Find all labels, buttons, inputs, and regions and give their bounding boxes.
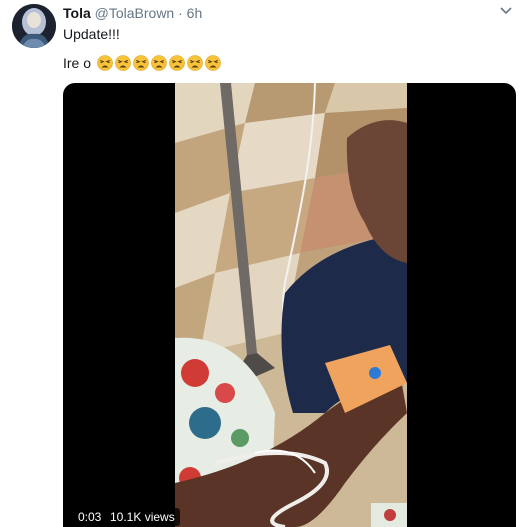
weary-face-emoji bbox=[205, 55, 221, 71]
tweet-text-line-2: Ire o bbox=[63, 54, 221, 72]
reply-text: Ire o bbox=[63, 55, 92, 71]
tweet-text: Update!!! bbox=[63, 26, 120, 42]
video-frame[interactable] bbox=[175, 83, 407, 527]
video-elapsed-time: 0:03 bbox=[73, 508, 107, 526]
weary-face-emoji bbox=[187, 55, 203, 71]
weary-face-emoji bbox=[169, 55, 185, 71]
author-name[interactable]: Tola bbox=[63, 5, 91, 21]
emoji-row bbox=[97, 55, 221, 71]
weary-face-emoji bbox=[133, 55, 149, 71]
tweet-header: Tola @TolaBrown · 6h bbox=[63, 5, 202, 21]
chevron-down-icon[interactable] bbox=[498, 4, 514, 18]
weary-face-emoji bbox=[151, 55, 167, 71]
author-handle[interactable]: @TolaBrown bbox=[95, 5, 175, 21]
tweet-timestamp[interactable]: 6h bbox=[187, 5, 203, 21]
separator-dot: · bbox=[178, 5, 183, 21]
author-avatar[interactable] bbox=[12, 4, 56, 48]
video-view-count: 10.1K views bbox=[105, 508, 180, 526]
weary-face-emoji bbox=[115, 55, 131, 71]
video-player[interactable]: 0:03 10.1K views bbox=[63, 83, 516, 527]
weary-face-emoji bbox=[97, 55, 113, 71]
